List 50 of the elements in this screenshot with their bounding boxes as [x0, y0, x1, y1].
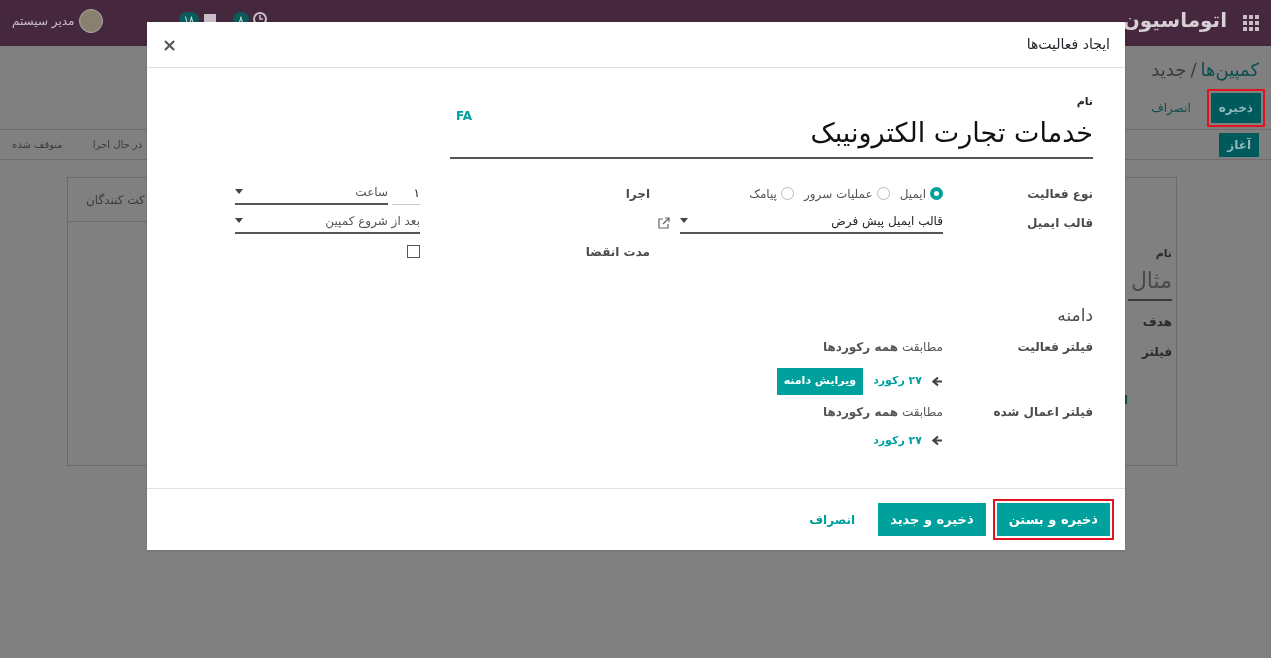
- domain-summary: مطابقت همه رکوردها: [821, 339, 943, 356]
- field-label: مدت انقضا: [584, 243, 650, 261]
- start-button[interactable]: آغاز: [1219, 132, 1259, 157]
- template-select[interactable]: قالب ایمیل پیش فرض: [680, 211, 943, 234]
- app-title: اتوماسیون: [1122, 7, 1227, 34]
- field-label: فیلتر: [1141, 343, 1172, 361]
- save-button[interactable]: ذخیره و بستن: [996, 502, 1110, 537]
- field-label: فیلتر فعالیت: [1016, 339, 1093, 356]
- radio-option[interactable]: پیامک: [749, 184, 794, 203]
- caret-icon: [235, 189, 243, 194]
- close-button[interactable]: ×: [162, 35, 178, 54]
- tab-label[interactable]: کت کنندگان: [86, 190, 145, 209]
- trigger-select[interactable]: بعد از شروع کمپین: [235, 211, 420, 234]
- save-button[interactable]: ذخیره و جدید: [878, 502, 986, 537]
- section-title: دامنه: [1056, 303, 1093, 327]
- domain-summary: مطابقت همه رکوردها: [821, 403, 943, 421]
- field-label: نوع فعالیت: [1026, 185, 1093, 203]
- arrow-left-icon: [932, 375, 943, 387]
- discard-button[interactable]: انصراف: [797, 503, 868, 536]
- edit-domain-button[interactable]: ویرایش دامنه: [776, 368, 864, 395]
- field-label: هدف: [1142, 313, 1172, 331]
- breadcrumb-current: جدید: [1151, 58, 1187, 82]
- record-count-link[interactable]: ۲۷ رکورد: [873, 373, 922, 390]
- dialog-title: ایجاد فعالیت‌ها: [1026, 35, 1110, 54]
- breadcrumb-separator: /: [1190, 58, 1197, 82]
- discard-button[interactable]: انصراف: [1143, 93, 1199, 123]
- avatar[interactable]: [78, 9, 103, 33]
- checkbox[interactable]: [407, 245, 420, 258]
- caret-icon: [680, 218, 688, 223]
- radio-option[interactable]: عملیات سرور: [803, 184, 890, 203]
- radio-option[interactable]: ایمیل: [899, 184, 943, 203]
- unit-select[interactable]: ساعت: [235, 182, 388, 205]
- caret-icon: [235, 218, 243, 223]
- record-count-link[interactable]: ۲۷ رکورد: [873, 432, 922, 449]
- field-label: اجرا: [624, 185, 650, 203]
- interval-field[interactable]: ۱: [392, 183, 420, 205]
- field-label: قالب ایمیل: [1025, 214, 1093, 232]
- breadcrumb-link[interactable]: کمپین‌ها: [1200, 56, 1259, 83]
- field-label: فیلتر اعمال شده: [992, 403, 1093, 421]
- link-fragment[interactable]: ا: [1123, 390, 1128, 409]
- field-label: نام: [1075, 94, 1093, 110]
- stage-label[interactable]: در حال اجرا: [92, 137, 143, 152]
- stage-label[interactable]: متوقف شده: [12, 137, 63, 152]
- arrow-left-icon: [932, 435, 943, 447]
- external-link-icon[interactable]: [658, 216, 670, 229]
- radio-button[interactable]: [930, 187, 943, 200]
- save-button[interactable]: ذخیره: [1210, 93, 1261, 123]
- field-label: نام: [1155, 246, 1172, 262]
- apps-grid-icon[interactable]: [1243, 15, 1259, 31]
- user-name[interactable]: مدیر سیستم: [12, 12, 75, 30]
